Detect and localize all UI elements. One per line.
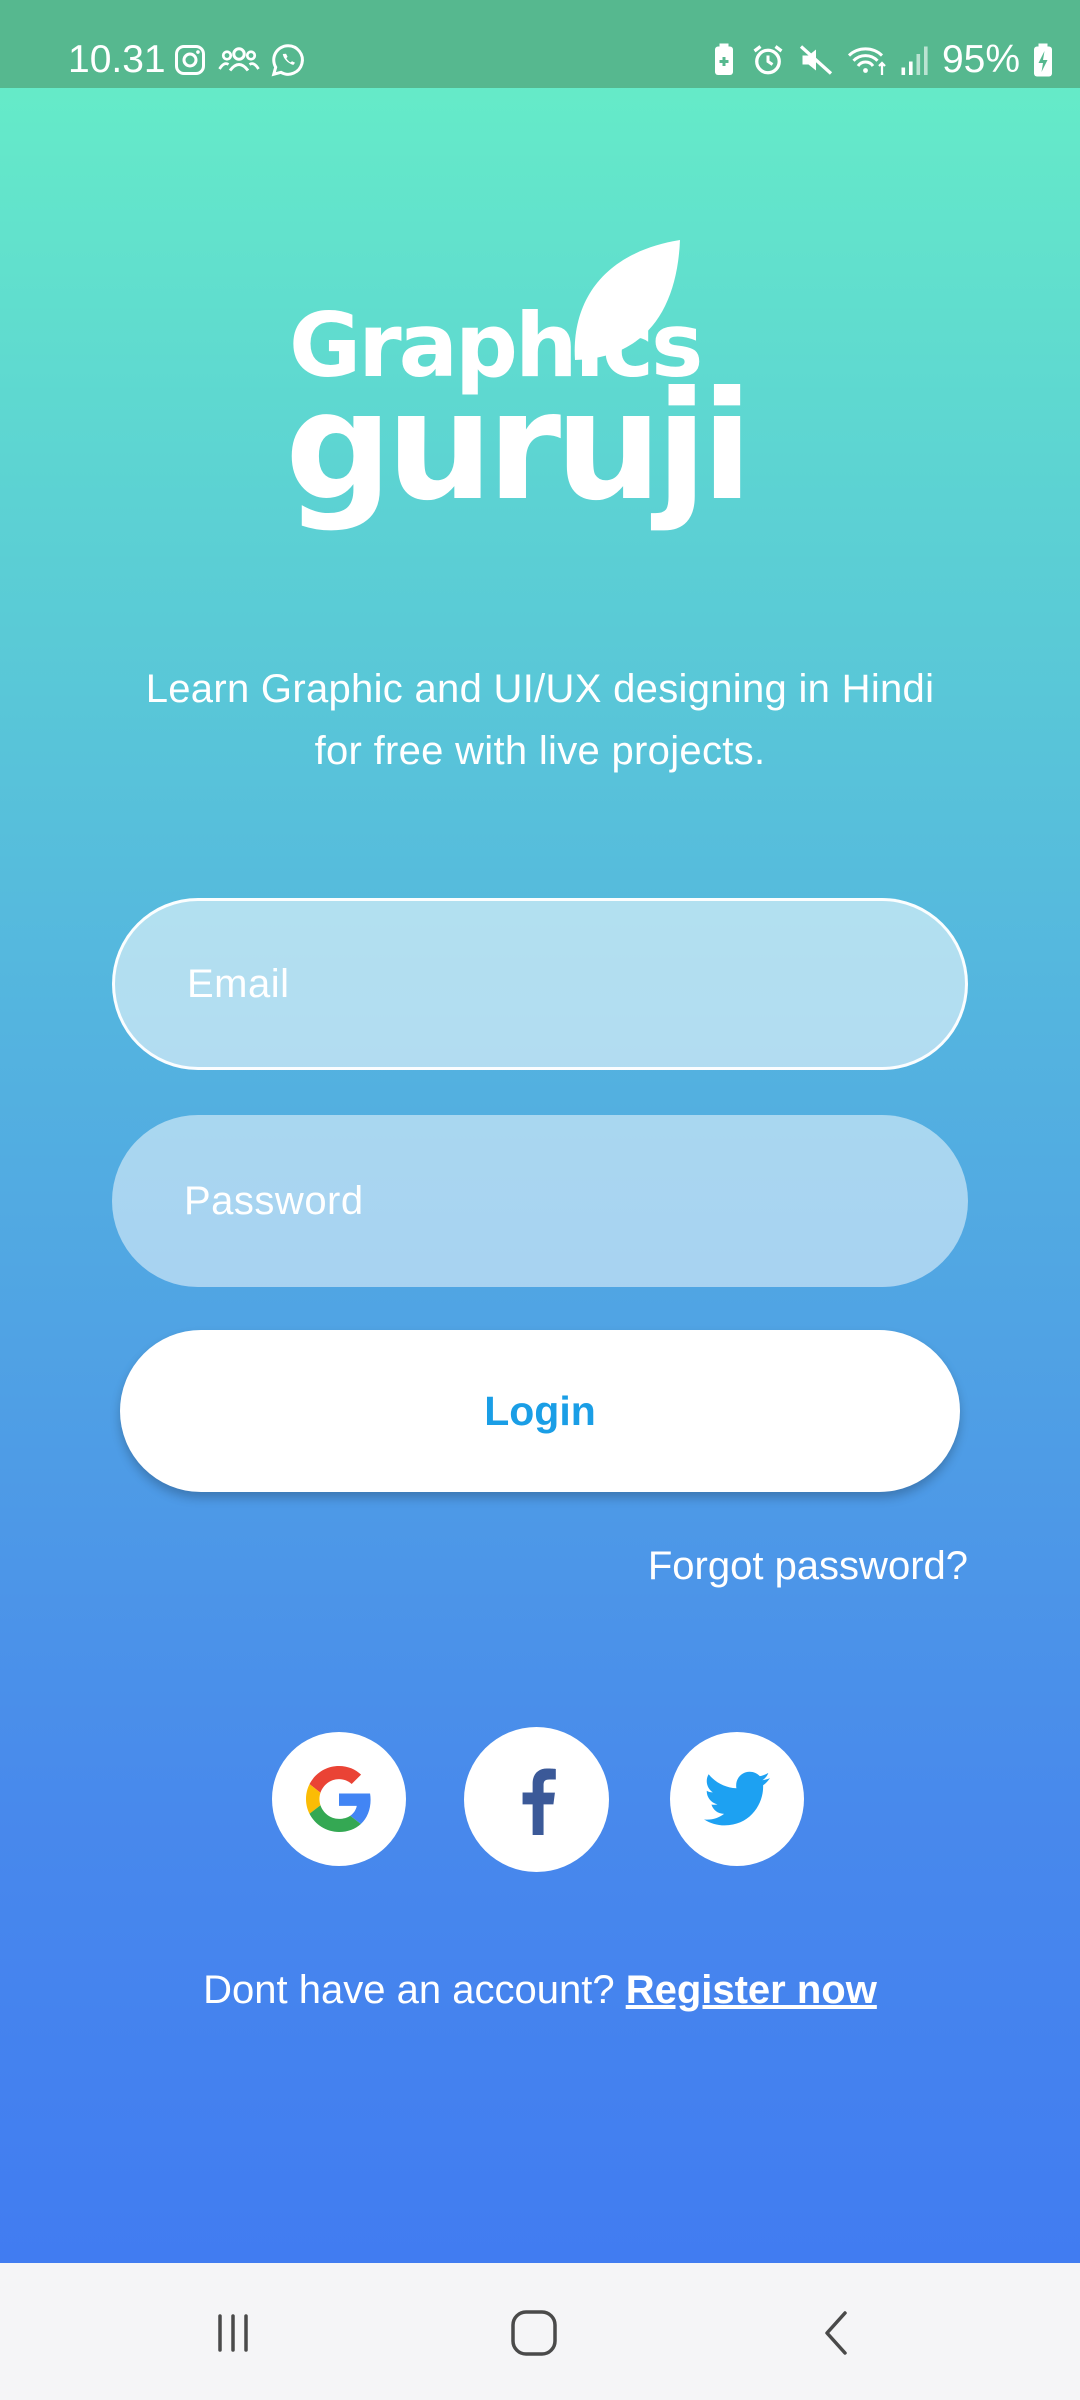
recents-button[interactable] <box>193 2293 273 2373</box>
twitter-login-button[interactable] <box>670 1732 804 1866</box>
password-field[interactable] <box>112 1115 968 1287</box>
group-icon <box>218 47 260 72</box>
wifi-icon <box>847 47 886 75</box>
facebook-icon <box>522 1768 556 1835</box>
mute-icon <box>799 45 833 75</box>
app-logo: Graphics guruji <box>285 240 753 534</box>
google-icon <box>306 1766 371 1832</box>
twitter-icon <box>704 1771 770 1826</box>
login-button[interactable]: Login <box>120 1330 960 1492</box>
status-time: 10.31 <box>68 38 166 81</box>
recents-icon <box>218 2314 248 2352</box>
register-prompt: Dont have an account? <box>203 1968 626 2012</box>
tagline-line-1: Learn Graphic and UI/UX designing in Hin… <box>145 667 935 711</box>
google-login-button[interactable] <box>272 1732 406 1866</box>
status-left-icons <box>172 42 306 78</box>
register-row: Dont have an account? Register now <box>0 1960 1080 2020</box>
instagram-icon <box>175 45 205 75</box>
status-bar: 10.31 95% <box>0 0 1080 88</box>
whatsapp-icon <box>271 44 304 77</box>
login-screen: 10.31 95% Graphics guruji Learn Graphic … <box>0 0 1080 2263</box>
back-icon <box>825 2311 847 2355</box>
back-button[interactable] <box>798 2293 878 2373</box>
forgot-password-link[interactable]: Forgot password? <box>648 1538 968 1594</box>
battery-charging-icon <box>1034 43 1052 77</box>
logo-line-2: guruji <box>285 360 747 534</box>
home-icon <box>511 2310 557 2356</box>
tagline: Learn Graphic and UI/UX designing in Hin… <box>90 658 990 782</box>
tagline-line-2: for free with live projects. <box>314 729 766 773</box>
signal-icon <box>901 46 928 75</box>
alarm-icon <box>753 45 783 75</box>
battery-percentage: 95% <box>941 38 1020 81</box>
status-right: 95% <box>710 36 1054 84</box>
navigation-bar <box>0 2263 1080 2400</box>
battery-saver-icon <box>714 43 733 75</box>
email-field[interactable] <box>112 898 968 1070</box>
home-button[interactable] <box>494 2293 574 2373</box>
register-now-link[interactable]: Register now <box>626 1968 877 2012</box>
facebook-login-button[interactable] <box>464 1727 609 1872</box>
